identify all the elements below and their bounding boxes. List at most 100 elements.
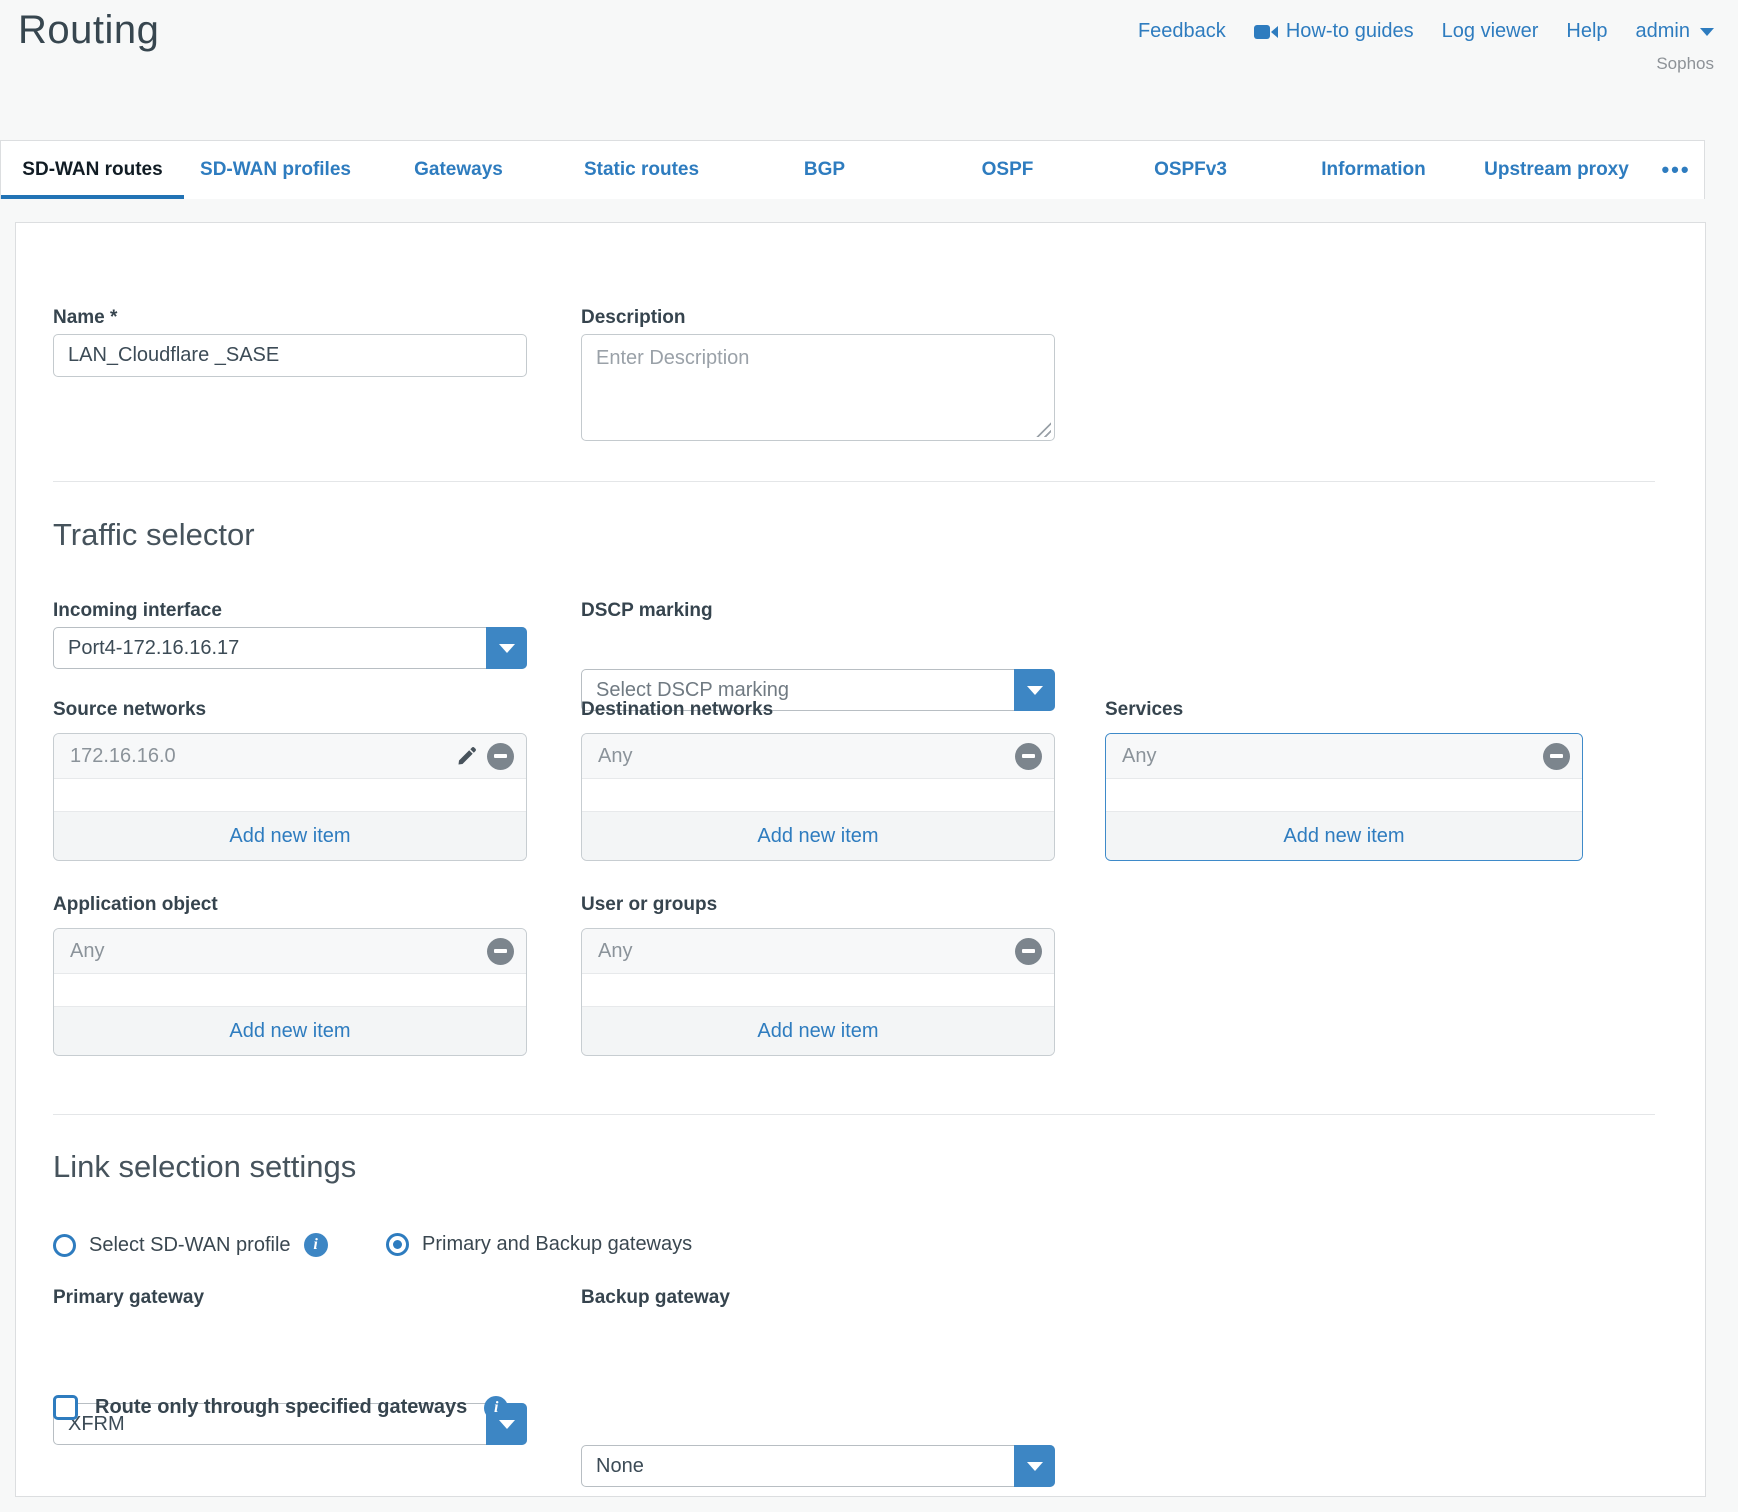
tab-information[interactable]: Information xyxy=(1282,141,1465,199)
more-tabs-button[interactable]: ••• xyxy=(1648,141,1704,199)
howto-guides-label: How-to guides xyxy=(1286,20,1414,43)
service-value: Any xyxy=(1122,745,1543,768)
radio-icon[interactable] xyxy=(53,1234,76,1257)
destination-network-value: Any xyxy=(598,745,1015,768)
list-item: 172.16.16.0 xyxy=(54,734,526,779)
dropdown-button[interactable] xyxy=(1014,1445,1055,1487)
add-new-item-label: Add new item xyxy=(229,1020,350,1043)
list-empty-area xyxy=(54,974,526,1006)
video-camera-icon xyxy=(1254,24,1278,40)
list-item: Any xyxy=(54,929,526,974)
add-destination-network-button[interactable]: Add new item xyxy=(582,811,1054,860)
traffic-selector-heading: Traffic selector xyxy=(53,517,255,553)
route-only-label: Route only through specified gateways xyxy=(95,1396,467,1419)
name-input[interactable] xyxy=(53,334,527,377)
incoming-interface-value: Port4-172.16.16.17 xyxy=(54,637,486,660)
list-empty-area xyxy=(582,974,1054,1006)
dropdown-button[interactable] xyxy=(1014,669,1055,711)
radio-label: Select SD-WAN profile xyxy=(89,1234,291,1257)
section-divider xyxy=(53,481,1655,482)
application-object-box: Any Add new item xyxy=(53,928,527,1056)
tab-upstream-proxy[interactable]: Upstream proxy xyxy=(1465,141,1648,199)
section-divider xyxy=(53,1114,1655,1115)
help-label: Help xyxy=(1566,20,1607,43)
radio-select-sdwan-profile[interactable]: Select SD-WAN profile i xyxy=(53,1233,328,1257)
name-label: Name * xyxy=(53,307,117,329)
remove-icon[interactable] xyxy=(487,743,514,770)
sd-wan-route-form-panel: Name * Description Traffic selector Inco… xyxy=(15,222,1706,1497)
add-user-or-group-button[interactable]: Add new item xyxy=(582,1006,1054,1055)
incoming-interface-label: Incoming interface xyxy=(53,600,222,622)
add-new-item-label: Add new item xyxy=(757,1020,878,1043)
backup-gateway-label: Backup gateway xyxy=(581,1287,730,1309)
incoming-interface-select[interactable]: Port4-172.16.16.17 xyxy=(53,627,527,669)
add-new-item-label: Add new item xyxy=(229,825,350,848)
list-empty-area xyxy=(54,779,526,811)
remove-icon[interactable] xyxy=(1015,743,1042,770)
admin-label: admin xyxy=(1636,20,1690,43)
routing-tab-bar: SD-WAN routes SD-WAN profiles Gateways S… xyxy=(0,140,1705,199)
description-textarea[interactable] xyxy=(581,334,1055,441)
remove-icon[interactable] xyxy=(1015,938,1042,965)
link-selection-heading: Link selection settings xyxy=(53,1149,356,1185)
route-only-checkbox-row: Route only through specified gateways i xyxy=(53,1395,508,1420)
application-object-label: Application object xyxy=(53,894,218,916)
add-service-button[interactable]: Add new item xyxy=(1106,811,1582,860)
required-asterisk: * xyxy=(110,307,117,328)
services-label: Services xyxy=(1105,699,1183,721)
user-or-groups-value: Any xyxy=(598,940,1015,963)
radio-selected-icon[interactable] xyxy=(386,1233,409,1256)
top-navigation: Feedback How-to guides Log viewer Help a… xyxy=(1138,20,1714,43)
tab-ospfv3[interactable]: OSPFv3 xyxy=(1099,141,1282,199)
primary-gateway-label: Primary gateway xyxy=(53,1287,204,1309)
remove-icon[interactable] xyxy=(487,938,514,965)
radio-primary-backup-gateways[interactable]: Primary and Backup gateways xyxy=(386,1233,692,1256)
admin-menu[interactable]: admin xyxy=(1636,20,1714,43)
tab-ospf[interactable]: OSPF xyxy=(916,141,1099,199)
info-icon[interactable]: i xyxy=(484,1396,508,1420)
name-label-text: Name xyxy=(53,307,105,328)
add-new-item-label: Add new item xyxy=(757,825,878,848)
radio-label: Primary and Backup gateways xyxy=(422,1233,692,1256)
log-viewer-link[interactable]: Log viewer xyxy=(1442,20,1539,43)
log-viewer-label: Log viewer xyxy=(1442,20,1539,43)
list-item: Any xyxy=(1106,734,1582,779)
dropdown-button[interactable] xyxy=(486,627,527,669)
description-label: Description xyxy=(581,307,686,329)
account-name: Sophos xyxy=(1656,54,1714,74)
tab-sd-wan-profiles[interactable]: SD-WAN profiles xyxy=(184,141,367,199)
services-box: Any Add new item xyxy=(1105,733,1583,861)
description-field-wrap xyxy=(581,334,1055,441)
info-icon[interactable]: i xyxy=(304,1233,328,1257)
howto-guides-link[interactable]: How-to guides xyxy=(1254,20,1414,43)
source-networks-box: 172.16.16.0 Add new item xyxy=(53,733,527,861)
chevron-down-icon xyxy=(1700,28,1714,36)
application-object-value: Any xyxy=(70,940,487,963)
source-networks-label: Source networks xyxy=(53,699,206,721)
routing-page: Routing Feedback How-to guides Log viewe… xyxy=(0,0,1738,1512)
help-link[interactable]: Help xyxy=(1566,20,1607,43)
feedback-label: Feedback xyxy=(1138,20,1226,43)
user-or-groups-label: User or groups xyxy=(581,894,717,916)
route-only-checkbox[interactable] xyxy=(53,1395,78,1420)
page-title: Routing xyxy=(18,8,159,53)
source-network-value: 172.16.16.0 xyxy=(70,745,456,768)
caret-down-icon xyxy=(1027,686,1043,695)
tab-bgp[interactable]: BGP xyxy=(733,141,916,199)
remove-icon[interactable] xyxy=(1543,743,1570,770)
user-or-groups-box: Any Add new item xyxy=(581,928,1055,1056)
backup-gateway-value: None xyxy=(582,1455,1014,1478)
add-source-network-button[interactable]: Add new item xyxy=(54,811,526,860)
tab-gateways[interactable]: Gateways xyxy=(367,141,550,199)
tab-sd-wan-routes[interactable]: SD-WAN routes xyxy=(1,141,184,199)
tab-static-routes[interactable]: Static routes xyxy=(550,141,733,199)
caret-down-icon xyxy=(499,1420,515,1429)
add-application-object-button[interactable]: Add new item xyxy=(54,1006,526,1055)
caret-down-icon xyxy=(1027,1462,1043,1471)
backup-gateway-select[interactable]: None xyxy=(581,1445,1055,1487)
dscp-marking-label: DSCP marking xyxy=(581,600,713,622)
list-empty-area xyxy=(1106,779,1582,811)
add-new-item-label: Add new item xyxy=(1283,825,1404,848)
edit-icon[interactable] xyxy=(456,745,478,767)
feedback-link[interactable]: Feedback xyxy=(1138,20,1226,43)
